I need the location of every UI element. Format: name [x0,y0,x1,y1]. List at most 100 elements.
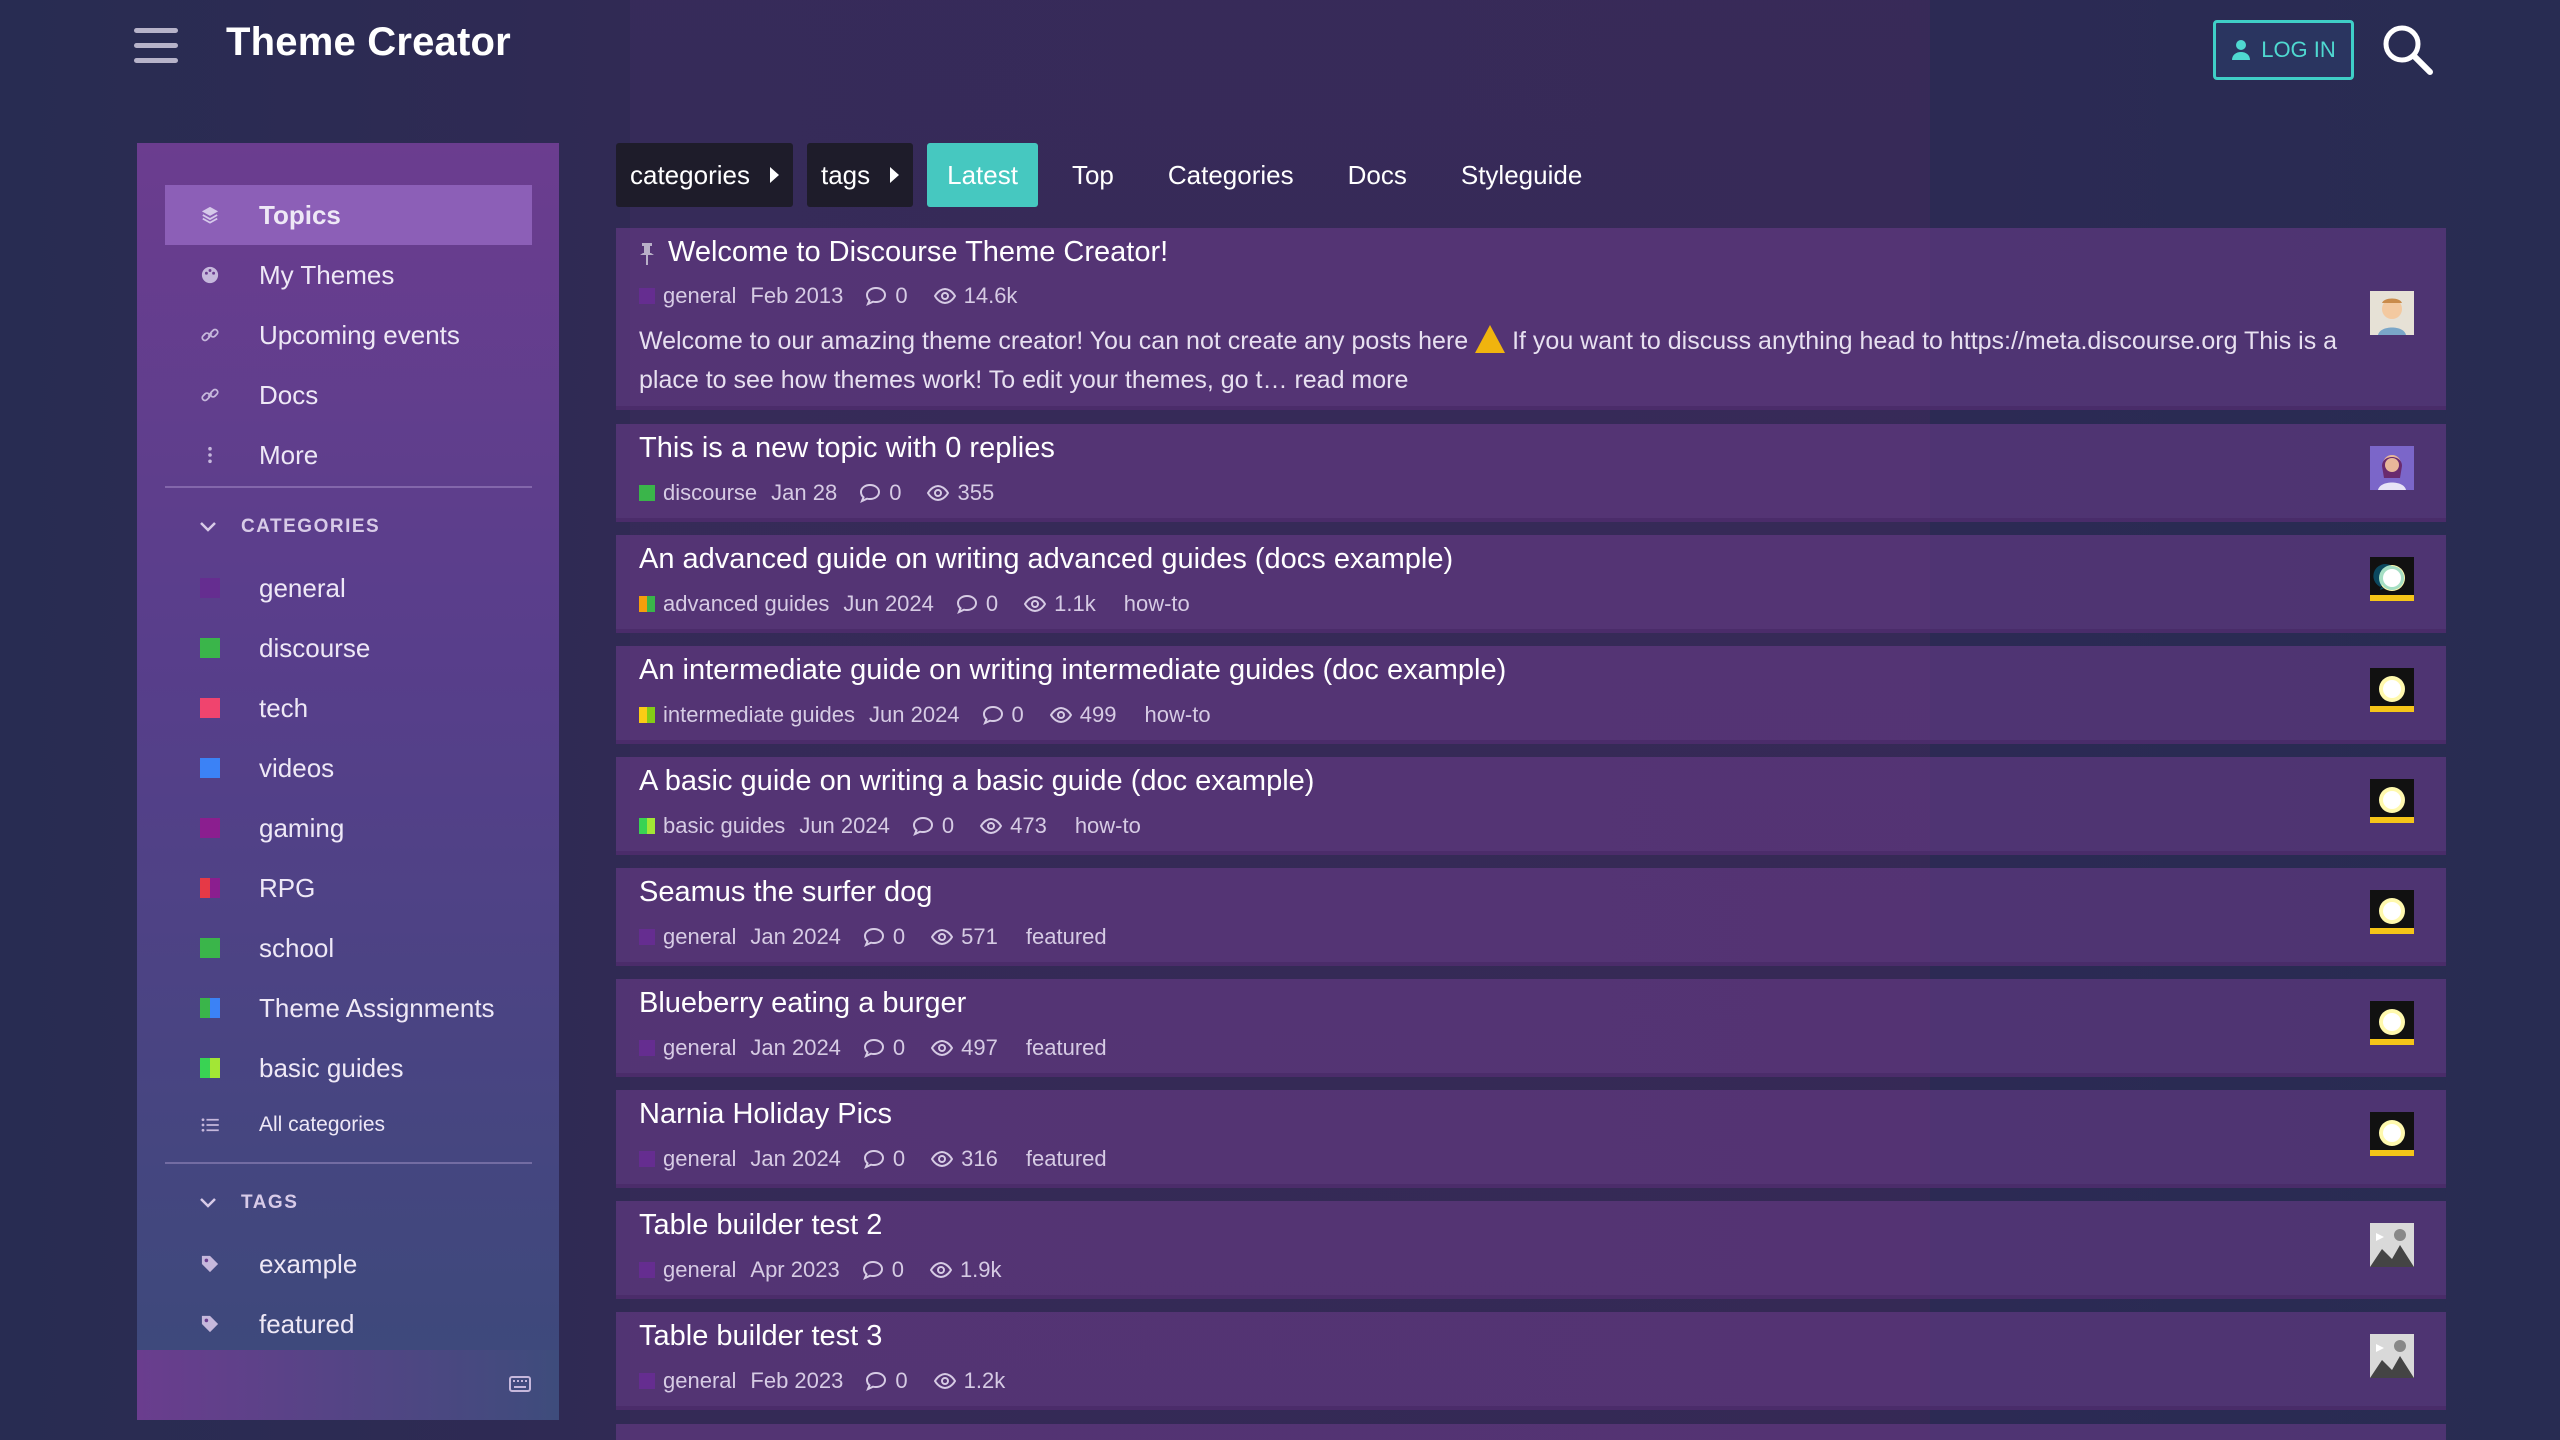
tags-dropdown[interactable]: tags [806,143,914,207]
nav-docs[interactable]: Docs [1328,143,1427,207]
topic-row[interactable]: An advanced guide on writing advanced gu… [616,535,2446,633]
topic-title[interactable]: This is a new topic with 0 replies [639,432,1055,465]
topic-date: Jun 2024 [869,702,960,727]
categories-dropdown[interactable]: categories [616,143,793,207]
topic-tag[interactable]: featured [1026,1035,1107,1061]
site-title[interactable]: Theme Creator [226,20,511,65]
sidebar-item-docs[interactable]: Docs [165,365,532,425]
topic-title[interactable]: An intermediate guide on writing interme… [639,654,1506,687]
sidebar-item-label: Topics [259,199,341,230]
topic-row[interactable]: Blueberry eating a burger general Jan 20… [616,979,2446,1077]
sidebar-category-gaming[interactable]: gaming [165,798,532,858]
topic-row[interactable]: Table builder test 3 general Feb 2023 0 … [616,1312,2446,1410]
topic-tag[interactable]: how-to [1124,591,1190,617]
topic-title[interactable]: An advanced guide on writing advanced gu… [639,543,1453,576]
view-count: 473 [980,813,1047,839]
topic-title[interactable]: Narnia Holiday Pics [639,1098,892,1131]
discourse-avatar[interactable] [2370,557,2414,601]
category-badge-link[interactable]: general [639,1368,736,1394]
category-badge-link[interactable]: general [639,1146,736,1172]
sidebar-category-rpg[interactable]: RPG [165,858,532,918]
category-badge-link[interactable]: intermediate guides [639,702,855,728]
category-badge-link[interactable]: general [639,1035,736,1061]
topic-row[interactable]: An intermediate guide on writing interme… [616,646,2446,744]
category-badge-link[interactable]: general [639,1257,736,1283]
category-badge [200,758,220,778]
category-badge-link[interactable]: advanced guides [639,591,829,617]
view-count: 316 [931,1146,998,1172]
eye-icon [927,484,950,502]
category-badge [639,1040,655,1056]
woman-avatar[interactable] [2370,446,2414,490]
sidebar-item-more[interactable]: More [165,425,532,485]
hamburger-menu-icon[interactable] [134,28,178,66]
sidebar-category-basic-guides[interactable]: basic guides [165,1038,532,1098]
sidebar-category-discourse[interactable]: discourse [165,618,532,678]
reply-count: 0 [982,702,1024,728]
category-badge-link[interactable]: discourse [639,480,757,506]
discourse-avatar[interactable] [2370,668,2414,712]
category-name: discourse [663,480,758,505]
topic-title[interactable]: Welcome to Discourse Theme Creator! [668,236,1168,269]
sidebar-item-label: videos [259,752,335,783]
topic-row[interactable]: Table builder test 2 general Apr 2023 0 … [616,1201,2446,1299]
reply-count: 0 [859,480,901,506]
sidebar-tag-featured[interactable]: featured [165,1294,532,1354]
sidebar-all-categories[interactable]: All categories [165,1095,532,1155]
sidebar-category-videos[interactable]: videos [165,738,532,798]
read-more-link[interactable]: read more [1294,366,1408,394]
sidebar-item-label: My Themes [259,259,395,290]
topic-title[interactable]: Table builder test 3 [639,1320,882,1353]
topic-tag[interactable]: how-to [1075,813,1141,839]
topic-row-partial[interactable] [616,1424,2446,1440]
sidebar-item-my-themes[interactable]: My Themes [165,245,532,305]
sidebar-category-tech[interactable]: tech [165,678,532,738]
nav-styleguide[interactable]: Styleguide [1441,143,1602,207]
topic-tag[interactable]: featured [1026,924,1107,950]
nav-top[interactable]: Top [1052,143,1134,207]
topic-row[interactable]: Narnia Holiday Pics general Jan 2024 0 3… [616,1090,2446,1188]
keyboard-icon[interactable] [509,1376,531,1392]
category-badge-link[interactable]: basic guides [639,813,785,839]
sidebar-item-topics[interactable]: Topics [165,185,532,245]
topic-title[interactable]: Table builder test 2 [639,1209,882,1242]
sidebar-tag-example[interactable]: example [165,1234,532,1294]
reply-count: 0 [862,1257,904,1283]
category-badge [639,1151,655,1167]
discourse-avatar[interactable] [2370,1112,2414,1156]
photo-avatar[interactable] [2370,1223,2414,1267]
tags-section-toggle[interactable]: TAGS [165,1178,532,1228]
discourse-avatar[interactable] [2370,890,2414,934]
topic-title[interactable]: Seamus the surfer dog [639,876,932,909]
discourse-avatar[interactable] [2370,779,2414,823]
topic-title[interactable]: A basic guide on writing a basic guide (… [639,765,1314,798]
person-avatar[interactable] [2370,291,2414,335]
categories-section-toggle[interactable]: CATEGORIES [165,502,532,552]
category-name: general [663,1257,737,1282]
reply-count: 0 [956,591,998,617]
topic-row[interactable]: Seamus the surfer dog general Jan 2024 0… [616,868,2446,966]
topic-title[interactable]: Blueberry eating a burger [639,987,966,1020]
category-badge-link[interactable]: general [639,283,736,309]
sidebar-category-theme-assignments[interactable]: Theme Assignments [165,978,532,1038]
category-badge [200,638,220,658]
topic-row[interactable]: A basic guide on writing a basic guide (… [616,757,2446,855]
category-badge [639,596,655,612]
topic-row[interactable]: Welcome to Discourse Theme Creator! gene… [616,228,2446,410]
topic-tag[interactable]: featured [1026,1146,1107,1172]
sidebar-item-upcoming-events[interactable]: Upcoming events [165,305,532,365]
category-badge-link[interactable]: general [639,924,736,950]
sidebar-category-school[interactable]: school [165,918,532,978]
category-name: general [663,1035,737,1060]
sidebar-category-general[interactable]: general [165,558,532,618]
discourse-avatar[interactable] [2370,1001,2414,1045]
photo-avatar[interactable] [2370,1334,2414,1378]
nav-categories[interactable]: Categories [1148,143,1314,207]
topic-date: Jan 2024 [750,1146,841,1171]
search-icon[interactable] [2380,22,2434,76]
topic-row[interactable]: This is a new topic with 0 replies disco… [616,424,2446,522]
user-icon [2232,40,2251,60]
login-button[interactable]: LOG IN [2213,20,2354,80]
topic-tag[interactable]: how-to [1145,702,1211,728]
nav-latest[interactable]: Latest [927,143,1038,207]
